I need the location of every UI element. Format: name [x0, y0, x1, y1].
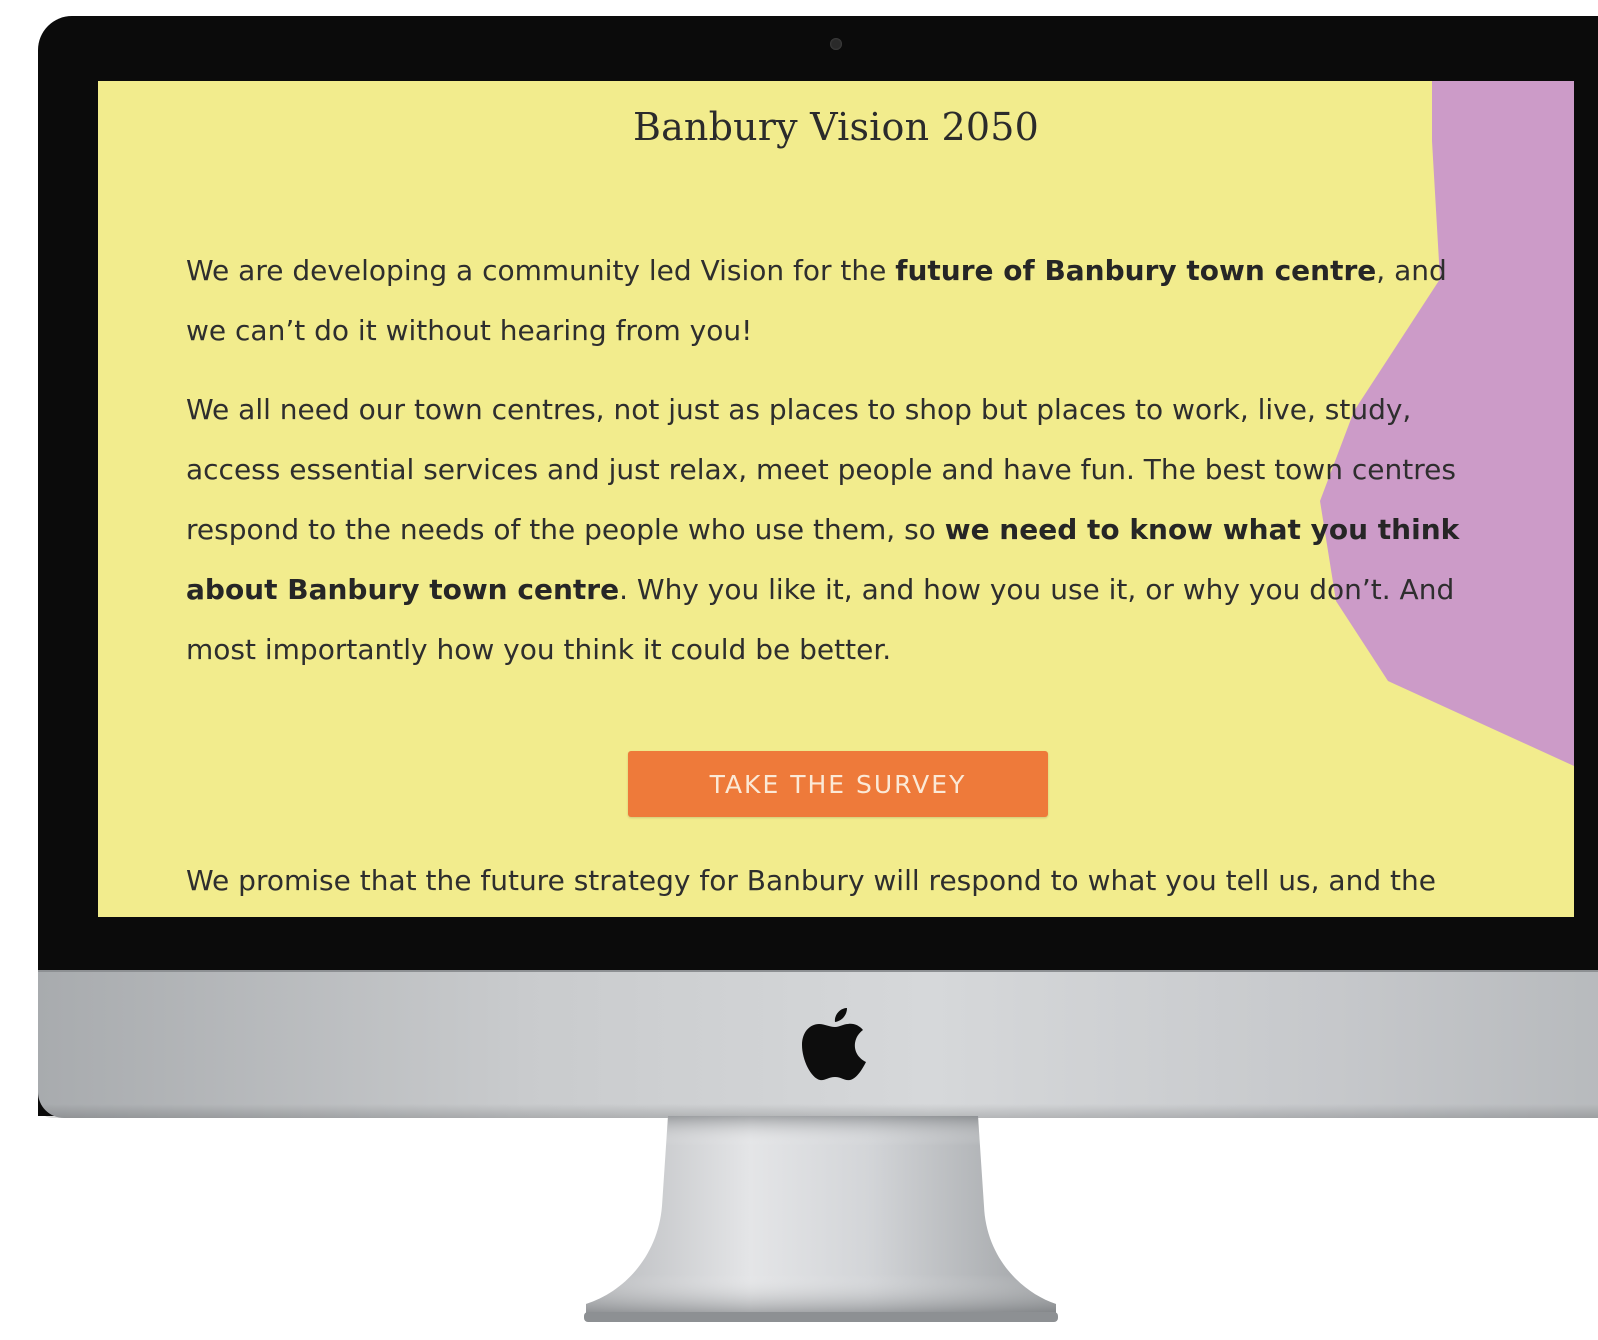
paragraph-text: We are developing a community led Vision…	[186, 254, 896, 287]
intro-paragraph-1: We are developing a community led Vision…	[186, 241, 1486, 361]
page-title: Banbury Vision 2050	[632, 105, 1040, 149]
promise-paragraph: We promise that the future strategy for …	[186, 864, 1436, 897]
monitor-stand	[584, 1116, 1058, 1322]
website-screen: Banbury Vision 2050 We are developing a …	[98, 81, 1574, 917]
camera-icon	[830, 38, 842, 50]
intro-paragraph-2: We all need our town centres, not just a…	[186, 380, 1486, 680]
take-survey-button[interactable]: TAKE THE SURVEY	[628, 751, 1048, 817]
intro-content: We are developing a community led Vision…	[186, 241, 1486, 699]
paragraph-emphasis: future of Banbury town centre	[895, 254, 1377, 287]
imac-mockup: Banbury Vision 2050 We are developing a …	[0, 0, 1598, 1340]
apple-logo-icon	[802, 1008, 866, 1081]
